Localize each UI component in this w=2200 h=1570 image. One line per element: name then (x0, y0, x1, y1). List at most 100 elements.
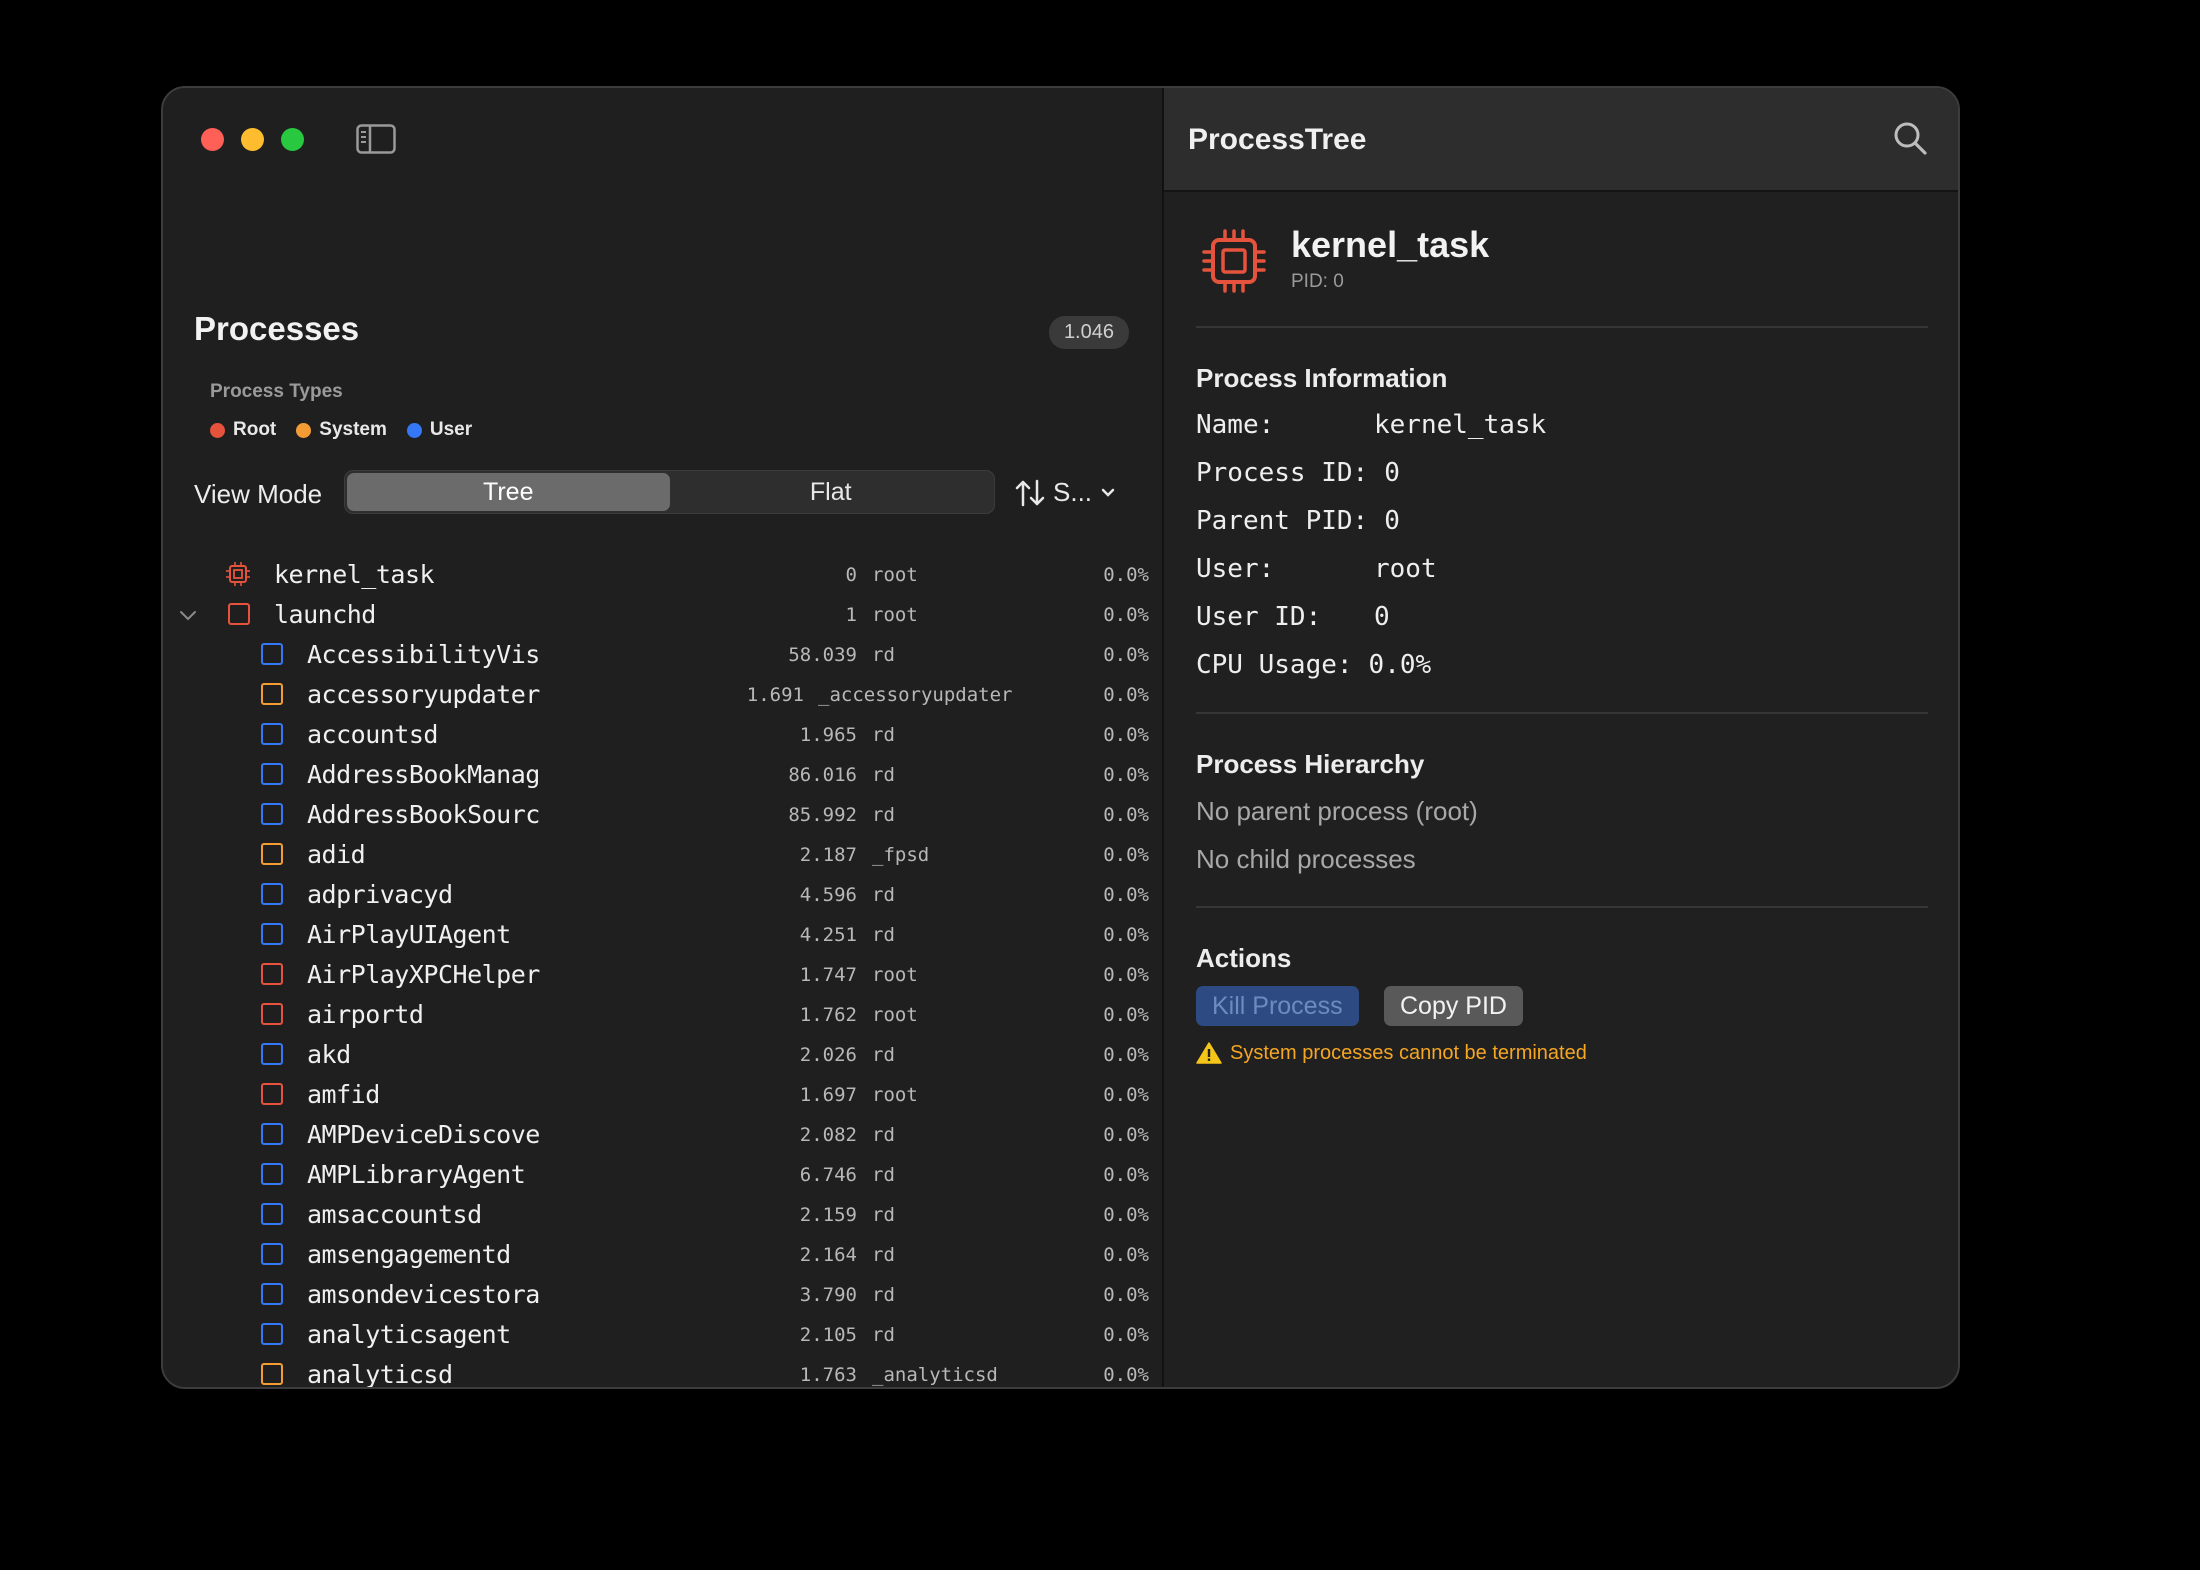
process-user: root (872, 564, 918, 586)
process-row[interactable]: adprivacyd 4.596 rd 0.0% (163, 874, 1164, 914)
process-pid: 2.159 (799, 1204, 857, 1226)
process-row[interactable]: AddressBookSourc 85.992 rd 0.0% (163, 794, 1164, 834)
process-name: kernel_task (274, 560, 435, 589)
process-row[interactable]: AMPLibraryAgent 6.746 rd 0.0% (163, 1154, 1164, 1194)
process-pid: 3.790 (799, 1284, 857, 1306)
info-pid-row: Process ID: 0 (1196, 458, 1400, 488)
process-row[interactable]: akd 2.026 rd 0.0% (163, 1034, 1164, 1074)
process-user: rd (872, 1244, 895, 1266)
info-key: CPU Usage: (1196, 650, 1353, 680)
process-name: adprivacyd (307, 880, 453, 909)
process-user: _analyticsd (872, 1364, 998, 1386)
legend-user: User (406, 419, 473, 441)
process-user: rd (872, 1124, 895, 1146)
user-dot-icon (406, 422, 422, 438)
process-pid: 86.016 (788, 764, 857, 786)
process-information-title: Process Information (1196, 363, 1448, 393)
process-row[interactable]: AddressBookManag 86.016 rd 0.0% (163, 754, 1164, 794)
sidebar-toggle-icon[interactable] (356, 124, 396, 154)
process-row[interactable]: AMPDeviceDiscove 2.082 rd 0.0% (163, 1114, 1164, 1154)
process-square-icon (261, 1043, 283, 1065)
view-mode-tree[interactable]: Tree (347, 473, 670, 511)
sort-menu-button[interactable]: S... (1015, 477, 1116, 508)
process-name: launchd (274, 600, 376, 629)
process-pid: 1 (845, 604, 857, 626)
info-key: User ID: (1196, 602, 1322, 632)
kill-process-button[interactable]: Kill Process (1196, 986, 1359, 1026)
process-row[interactable]: adid 2.187 _fpsd 0.0% (163, 834, 1164, 874)
minimize-button[interactable] (241, 128, 264, 151)
process-user: root (872, 1004, 918, 1026)
process-name: analyticsagent (307, 1320, 511, 1349)
info-cpu-row: CPU Usage: 0.0% (1196, 650, 1431, 680)
process-square-icon (261, 1243, 283, 1265)
process-square-icon (261, 923, 283, 945)
divider (1196, 712, 1928, 714)
process-row[interactable]: amsaccountsd 2.159 rd 0.0% (163, 1194, 1164, 1234)
process-pid: 1.965 (799, 724, 857, 746)
process-pid: 58.039 (788, 644, 857, 666)
process-user: _accessoryupdater (818, 684, 1013, 706)
process-square-icon (261, 1123, 283, 1145)
process-row[interactable]: AirPlayUIAgent 4.251 rd 0.0% (163, 914, 1164, 954)
divider (1196, 906, 1928, 908)
process-row[interactable]: accessoryupdater 1.691 _accessoryupdater 0.… (163, 674, 1164, 714)
process-row[interactable]: accountsd 1.965 rd 0.0% (163, 714, 1164, 754)
process-user: rd (872, 1324, 895, 1346)
process-row[interactable]: AccessibilityVis 58.039 rd 0.0% (163, 634, 1164, 674)
process-row[interactable]: analyticsd 1.763 _analyticsd 0.0% (163, 1354, 1164, 1387)
info-value: 0 (1374, 602, 1390, 632)
process-cpu: 0.0% (1103, 724, 1149, 746)
process-row[interactable]: analyticsagent 2.105 rd 0.0% (163, 1314, 1164, 1354)
info-value: 0 (1384, 506, 1400, 536)
legend-root: Root (210, 419, 276, 441)
process-square-icon (261, 1283, 283, 1305)
info-name-row: Name: kernel_task (1196, 410, 1546, 440)
process-user: rd (872, 644, 895, 666)
process-name: amsengagementd (307, 1240, 511, 1269)
view-mode-label: View Mode (194, 479, 323, 509)
view-mode-flat[interactable]: Flat (670, 473, 993, 511)
legend-user-label: User (429, 419, 473, 440)
process-row[interactable]: amsondevicestora 3.790 rd 0.0% (163, 1274, 1164, 1314)
info-value: 0 (1384, 458, 1400, 488)
cpu-icon (1202, 229, 1266, 293)
process-cpu: 0.0% (1103, 1204, 1149, 1226)
process-pid: 4.251 (799, 924, 857, 946)
process-pid: 1.762 (799, 1004, 857, 1026)
process-row[interactable]: amfid 1.697 root 0.0% (163, 1074, 1164, 1114)
divider (1196, 326, 1928, 328)
process-name: amsaccountsd (307, 1200, 482, 1229)
view-mode-control: Tree Flat (344, 470, 995, 514)
process-row[interactable]: launchd 1 root 0.0% (163, 594, 1164, 634)
process-list: kernel_task 0 root 0.0% launchd 1 root 0.0% Acce… (163, 554, 1164, 1387)
info-value: root (1374, 554, 1437, 584)
process-user: rd (872, 804, 895, 826)
zoom-button[interactable] (281, 128, 304, 151)
process-cpu: 0.0% (1103, 964, 1149, 986)
process-cpu: 0.0% (1103, 924, 1149, 946)
process-cpu: 0.0% (1103, 804, 1149, 826)
process-cpu: 0.0% (1103, 844, 1149, 866)
process-cpu: 0.0% (1103, 684, 1149, 706)
legend-system-label: System (319, 419, 387, 440)
process-square-icon (261, 803, 283, 825)
legend-system: System (296, 419, 387, 441)
process-user: rd (872, 1164, 895, 1186)
process-row[interactable]: kernel_task 0 root 0.0% (163, 554, 1164, 594)
process-row[interactable]: amsengagementd 2.164 rd 0.0% (163, 1234, 1164, 1274)
copy-pid-button[interactable]: Copy PID (1384, 986, 1523, 1026)
process-pid: 2.082 (799, 1124, 857, 1146)
sidebar: Processes 1.046 Process Types Root Syste… (163, 88, 1164, 1387)
process-row[interactable]: airportd 1.762 root 0.0% (163, 994, 1164, 1034)
detail-pane: ProcessTree kernel_task PID: 0 Process I… (1164, 88, 1958, 1387)
process-pid: 2.026 (799, 1044, 857, 1066)
search-icon[interactable] (1892, 120, 1928, 156)
process-square-icon (261, 1203, 283, 1225)
process-row[interactable]: AirPlayXPCHelper 1.747 root 0.0% (163, 954, 1164, 994)
disclosure-chevron-icon[interactable] (177, 604, 199, 626)
app-window: Processes 1.046 Process Types Root Syste… (161, 86, 1960, 1389)
process-square-icon (261, 723, 283, 745)
close-button[interactable] (201, 128, 224, 151)
termination-warning: System processes cannot be terminated (1196, 1041, 1587, 1065)
